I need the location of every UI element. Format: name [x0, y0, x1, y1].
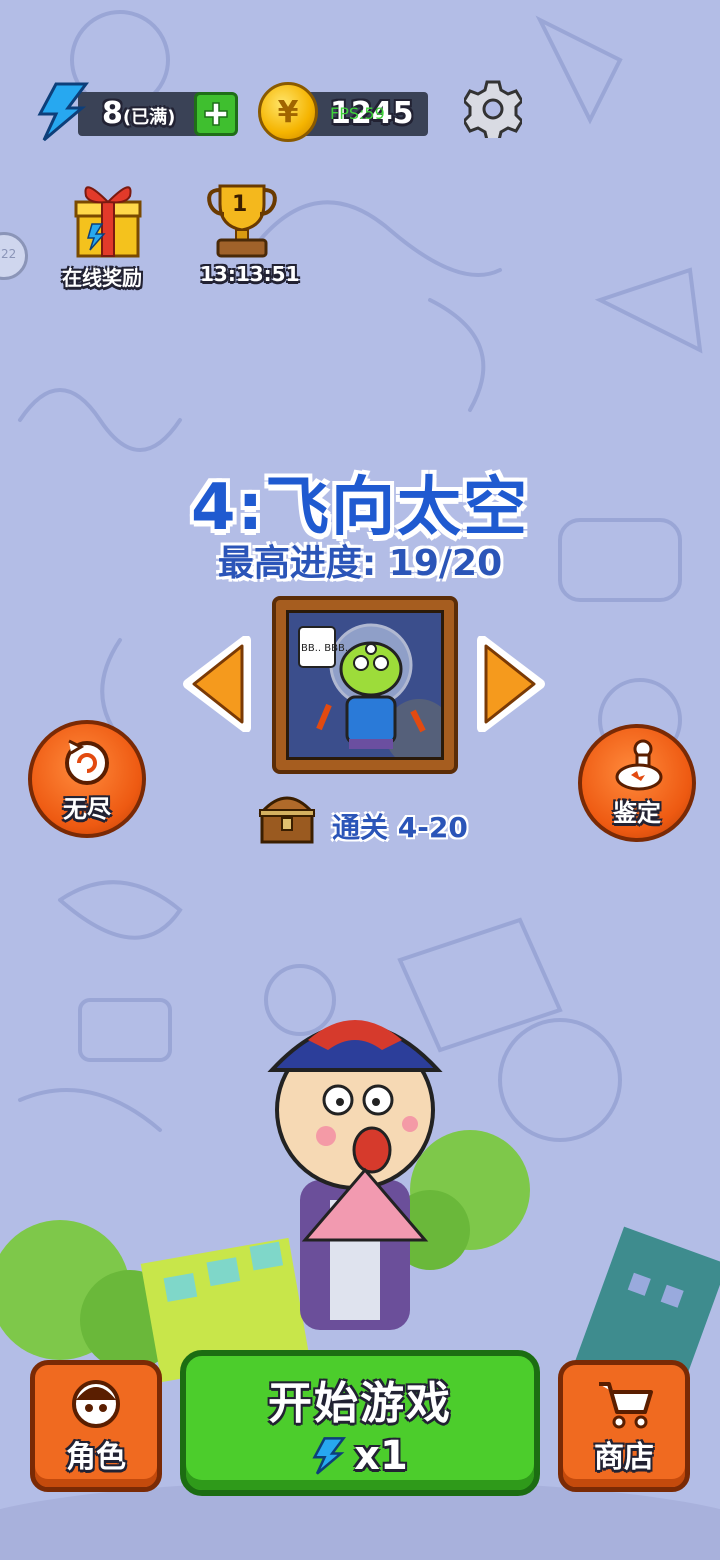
- start-cost-label: x1: [354, 1433, 408, 1479]
- endless-mode-button[interactable]: 无尽: [28, 720, 146, 838]
- appraise-label: 鉴定: [613, 798, 661, 827]
- gift-box-icon: [74, 186, 142, 258]
- alien-speech-bubble: BB.. BBB..: [301, 643, 351, 654]
- add-energy-button[interactable]: [194, 92, 238, 136]
- energy-status: (已满): [122, 107, 176, 128]
- swirl-icon: [65, 739, 109, 785]
- settings-gear-icon[interactable]: [464, 80, 522, 138]
- energy-count: 8: [102, 96, 123, 131]
- level-portrait-image: BB.. BBB..: [286, 610, 444, 760]
- endless-mode-label: 无尽: [63, 794, 111, 823]
- shop-label: 商店: [594, 1440, 654, 1475]
- best-progress: 最高进度: 19/20: [217, 543, 503, 584]
- previous-level-arrow-icon[interactable]: [182, 636, 252, 732]
- level-portrait[interactable]: BB.. BBB..: [272, 596, 458, 774]
- start-game-label: 开始游戏: [268, 1378, 452, 1429]
- next-level-arrow-icon[interactable]: [476, 636, 546, 732]
- fps-counter: FPS:59: [330, 104, 385, 123]
- character-label: 角色: [66, 1440, 126, 1475]
- shopping-cart-icon: [599, 1382, 653, 1429]
- stamp-icon: [615, 739, 663, 790]
- side-tab-label: 22: [1, 247, 17, 261]
- start-game-button[interactable]: 开始游戏 x1: [180, 1350, 540, 1496]
- alien-illustration: BB.. BBB..: [298, 623, 441, 757]
- appraise-button[interactable]: 鉴定: [578, 724, 696, 842]
- character-button[interactable]: 角色: [30, 1360, 162, 1492]
- leaderboard-button[interactable]: 1 13:13:51: [196, 180, 300, 290]
- reward-condition: 通关 4-20: [332, 811, 468, 844]
- start-cost: x1: [312, 1433, 408, 1479]
- energy-value: 8(已满): [102, 96, 175, 131]
- online-reward-button[interactable]: 在线奖励: [56, 180, 160, 290]
- online-reward-label: 在线奖励: [62, 266, 142, 290]
- lightning-icon: [37, 82, 89, 142]
- character-face-icon: [72, 1380, 120, 1428]
- coin-icon: ¥: [258, 82, 318, 142]
- trophy-rank: 1: [232, 192, 248, 217]
- shop-button[interactable]: 商店: [558, 1360, 690, 1492]
- leaderboard-timer: 13:13:51: [200, 262, 300, 286]
- treasure-chest-icon: [258, 796, 316, 844]
- lightning-icon: [312, 1437, 347, 1475]
- plus-icon: [204, 102, 228, 126]
